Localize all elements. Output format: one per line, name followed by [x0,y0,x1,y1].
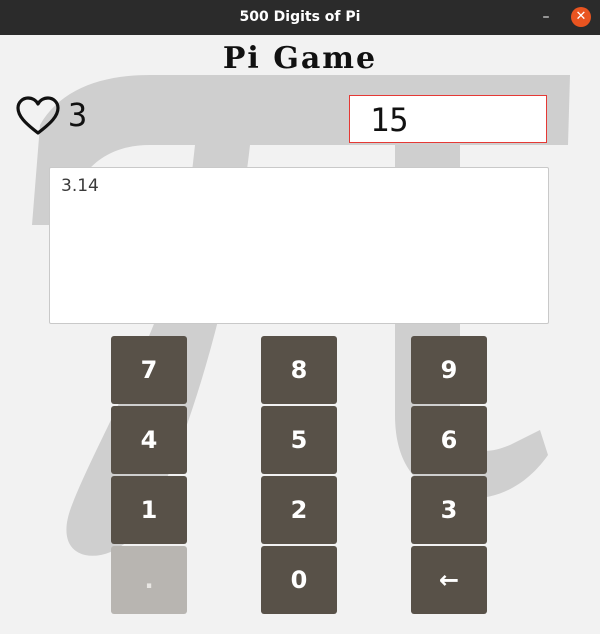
heart-icon [16,96,60,135]
key-6-button[interactable]: 6 [411,406,487,474]
key-7-button[interactable]: 7 [111,336,187,404]
key-8-button[interactable]: 8 [261,336,337,404]
key-1-button[interactable]: 1 [111,476,187,544]
key-2-button[interactable]: 2 [261,476,337,544]
entered-digits: 3.14 [61,176,99,196]
score-value: 15 [370,101,409,139]
decimal-point-button[interactable]: . [111,546,187,614]
lives-count: 3 [68,96,88,134]
backspace-button[interactable]: ← [411,546,487,614]
game-window: Pi Game 3 15 3.14 7 8 9 4 5 6 1 2 3 . 0 … [0,35,600,634]
game-title: Pi Game [222,41,378,76]
minimize-button[interactable]: – [536,8,556,28]
window-titlebar: 500 Digits of Pi – ✕ [0,0,600,35]
key-5-button[interactable]: 5 [261,406,337,474]
score-display: 15 [349,95,547,143]
close-button[interactable]: ✕ [571,7,591,27]
key-4-button[interactable]: 4 [111,406,187,474]
key-0-button[interactable]: 0 [261,546,337,614]
key-3-button[interactable]: 3 [411,476,487,544]
window-title: 500 Digits of Pi [239,9,361,25]
digits-textarea[interactable]: 3.14 [49,167,549,324]
key-9-button[interactable]: 9 [411,336,487,404]
